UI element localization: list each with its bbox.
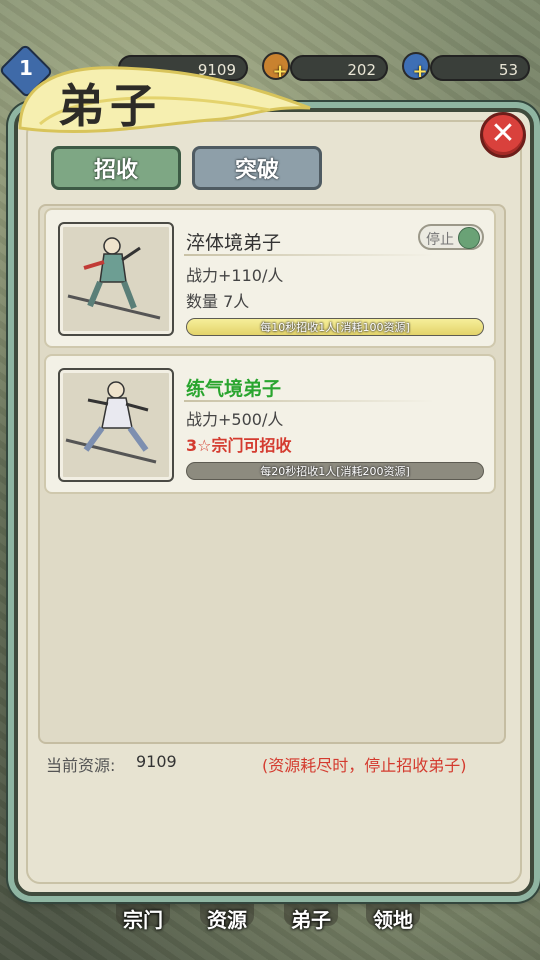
disciple-portrait	[58, 222, 174, 336]
disciple-count: 数量 7人	[186, 292, 250, 311]
name-divider	[184, 400, 434, 402]
toggle-label: 停止	[426, 232, 454, 248]
disciple-name: 练气境弟子	[186, 378, 282, 400]
disciple-card: 淬体境弟子 停止 战力+110/人 数量 7人 每10秒招收1人[消耗100资源…	[44, 208, 496, 348]
disciple-portrait	[58, 368, 174, 482]
add-crystal-icon[interactable]: +	[412, 63, 428, 81]
tab-breakthrough-label: 突破	[234, 158, 279, 183]
close-icon: ✕	[490, 116, 516, 151]
toggle-knob	[458, 227, 480, 249]
progress-text: 每10秒招收1人[消耗100资源]	[260, 321, 410, 334]
name-divider	[184, 254, 434, 256]
nav-disciples[interactable]: 弟子	[276, 904, 346, 933]
tab-breakthrough[interactable]: 突破	[192, 146, 322, 190]
disciple-card: 练气境弟子 战力+500/人 3☆宗门可招收 每20秒招收1人[消耗200资源]	[44, 354, 496, 494]
unlock-requirement: 3☆宗门可招收	[186, 436, 292, 455]
progress-text: 每20秒招收1人[消耗200资源]	[260, 465, 410, 478]
recruit-progress-bar: 每10秒招收1人[消耗100资源]	[186, 318, 484, 336]
disciple-name: 淬体境弟子	[186, 232, 282, 254]
crystal-value: 53	[498, 61, 518, 79]
gold-value: 202	[347, 61, 376, 79]
resource-hint: (资源耗尽时，停止招收弟子)	[262, 756, 467, 775]
swordsman-icon	[67, 237, 161, 320]
current-resource-label: 当前资源:	[46, 756, 116, 775]
tab-recruit[interactable]: 招收	[51, 146, 181, 190]
nav-territory[interactable]: 领地	[358, 904, 428, 933]
current-resource-value: 9109	[136, 752, 177, 771]
tab-recruit-label: 招收	[93, 158, 138, 183]
swordsman-icon	[65, 381, 157, 464]
disciple-power: 战力+110/人	[186, 266, 284, 285]
recruit-progress-bar: 每20秒招收1人[消耗200资源]	[186, 462, 484, 480]
stop-toggle[interactable]: 停止	[418, 224, 484, 250]
close-button[interactable]: ✕	[480, 112, 526, 158]
nav-sect[interactable]: 宗门	[108, 904, 178, 933]
crystal-pill: 53	[430, 55, 530, 81]
nav-resources[interactable]: 资源	[192, 904, 262, 933]
dialog-title: 弟子	[58, 79, 162, 133]
disciple-power: 战力+500/人	[186, 410, 284, 429]
